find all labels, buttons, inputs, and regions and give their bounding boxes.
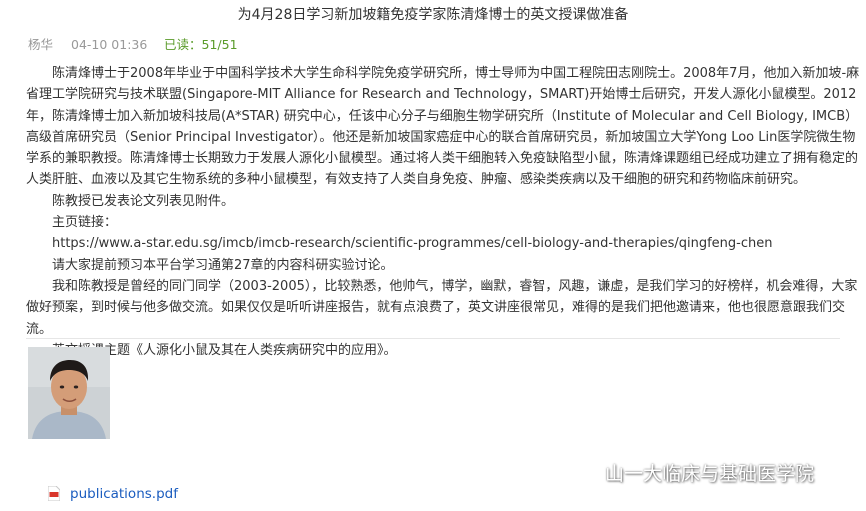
- post-title: 为4月28日学习新加坡籍免疫学家陈清烽博士的英文授课做准备: [237, 7, 629, 23]
- author-name: 杨华: [28, 37, 54, 52]
- post-body: 陈清烽博士于2008年毕业于中国科学技术大学生命科学院免疫学研究所，博士导师为中…: [26, 63, 862, 361]
- paragraph-topic: 英文授课主题《人源化小鼠及其在人类疾病研究中的应用》。: [52, 342, 397, 358]
- paragraph-personal-note: 我和陈教授是曾经的同门同学（2003-2005），比较熟悉，他帅气，博学，幽默，…: [26, 278, 858, 337]
- read-status[interactable]: 已读：51/51: [164, 36, 238, 54]
- paragraph-homepage-label: 主页链接：: [52, 215, 118, 231]
- post-datetime: 04-10 01:36: [71, 37, 148, 52]
- paragraph-preview: 请大家提前预习本平台学习通第27章的内容科研实验讨论。: [52, 257, 394, 273]
- speaker-photo[interactable]: [28, 347, 110, 439]
- homepage-url: https://www.a-star.edu.sg/imcb/imcb-rese…: [52, 236, 773, 252]
- paragraph-attachment-note: 陈教授已发表论文列表见附件。: [52, 193, 235, 209]
- wechat-icon: [565, 463, 591, 484]
- attachment-link[interactable]: publications.pdf: [70, 483, 178, 505]
- content-divider: [26, 338, 840, 339]
- paragraph-bio: 陈清烽博士于2008年毕业于中国科学技术大学生命科学院免疫学研究所，博士导师为中…: [26, 66, 860, 188]
- watermark-text: 山一大临床与基础医学院: [605, 463, 815, 485]
- pdf-icon: [48, 486, 60, 501]
